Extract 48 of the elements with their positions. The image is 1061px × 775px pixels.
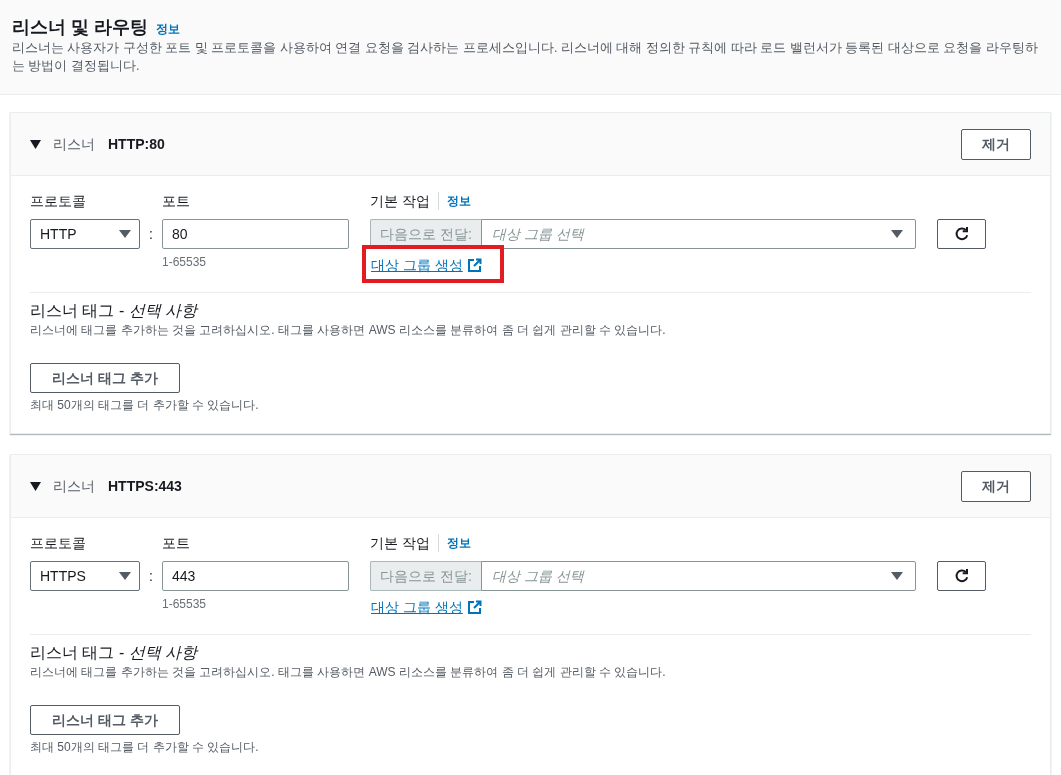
remove-button[interactable]: 제거	[961, 128, 1031, 160]
tags-description: 리스너에 태그를 추가하는 것을 고려하십시오. 태그를 사용하면 AWS 리소스를 분류하여 좀 더 쉽게 관리할 수 있습니다.	[30, 664, 667, 681]
refresh-button[interactable]	[937, 219, 986, 249]
port-label: 포트	[162, 534, 191, 553]
external-link-icon	[466, 599, 482, 615]
refresh-icon	[953, 568, 970, 584]
remove-button[interactable]: 제거	[961, 470, 1031, 502]
listener-name: HTTPS:443	[108, 476, 182, 496]
default-action-label: 기본 작업	[370, 534, 430, 553]
section-description: 리스너는 사용자가 구성한 포트 및 프로토콜을 사용하여 연결 요청을 검사하는 프로세스입니다. 리스너에 대해 정의한 규칙에 따라 로드 밸런서가 등록된 대상으로 요청을 라우팅하는 방법이 결정됩니다.	[12, 40, 1039, 75]
caret-icon	[119, 572, 131, 580]
tags-title: 리스너 태그 - 선택 사항	[30, 643, 200, 663]
port-range-hint: 1-65535	[162, 596, 208, 613]
info-link[interactable]: 정보	[156, 20, 180, 38]
caret-icon	[119, 230, 131, 238]
port-input[interactable]: 443	[162, 561, 349, 591]
info-link[interactable]: 정보	[446, 533, 471, 553]
tag-limit-note: 최대 50개의 태그를 더 추가할 수 있습니다.	[30, 739, 260, 755]
forward-prefix: 다음으로 전달:	[370, 561, 481, 591]
add-tag-button[interactable]: 리스너 태그 추가	[30, 705, 180, 735]
caret-icon[interactable]	[30, 481, 41, 491]
port-label: 포트	[162, 192, 191, 211]
caret-icon[interactable]	[30, 139, 41, 149]
tags-description: 리스너에 태그를 추가하는 것을 고려하십시오. 태그를 사용하면 AWS 리소스를 분류하여 좀 더 쉽게 관리할 수 있습니다.	[30, 322, 667, 339]
protocol-label: 프로토콜	[30, 192, 87, 211]
port-range-hint: 1-65535	[162, 254, 208, 271]
refresh-button[interactable]	[937, 561, 986, 591]
caret-icon	[891, 230, 903, 238]
section-title: 리스너 및 라우팅	[12, 16, 148, 39]
tag-limit-note: 최대 50개의 태그를 더 추가할 수 있습니다.	[30, 397, 260, 413]
info-link[interactable]: 정보	[446, 191, 471, 211]
add-tag-button[interactable]: 리스너 태그 추가	[30, 363, 180, 393]
external-link-icon	[466, 257, 482, 273]
tags-title: 리스너 태그 - 선택 사항	[30, 301, 200, 321]
port-separator: :	[148, 224, 154, 244]
protocol-select[interactable]: HTTPS	[30, 561, 140, 591]
protocol-label: 프로토콜	[30, 534, 87, 553]
listener-label: 리스너	[53, 134, 95, 154]
refresh-icon	[953, 226, 970, 242]
listener-name: HTTP:80	[108, 134, 165, 154]
port-separator: :	[148, 566, 154, 586]
create-target-group-link[interactable]: 대상 그룹 생성	[371, 597, 482, 617]
create-target-group-link[interactable]: 대상 그룹 생성	[371, 255, 482, 275]
default-action-label: 기본 작업	[370, 192, 430, 211]
port-input[interactable]: 80	[162, 219, 349, 249]
protocol-select[interactable]: HTTP	[30, 219, 140, 249]
caret-icon	[891, 572, 903, 580]
listener-label: 리스너	[53, 476, 95, 496]
